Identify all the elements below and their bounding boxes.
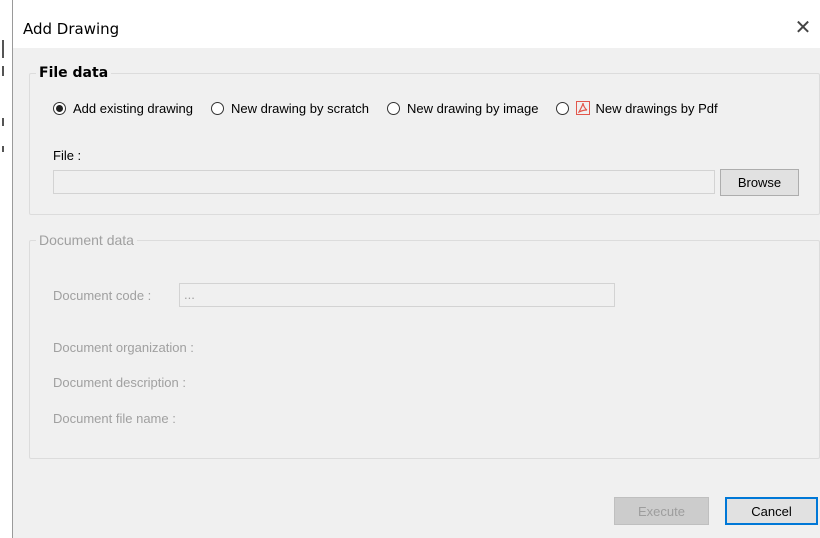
- radio-unchecked-icon: [556, 101, 570, 115]
- document-code-input[interactable]: ...: [179, 283, 615, 307]
- radio-new-drawing-by-scratch[interactable]: New drawing by scratch: [210, 100, 369, 116]
- radio-checked-icon: [53, 101, 66, 115]
- document-code-label: Document code :: [53, 288, 152, 303]
- dialog-body: File data Add existing drawing New drawi…: [13, 48, 820, 538]
- browse-button[interactable]: Browse: [720, 169, 799, 196]
- close-icon: ✕: [794, 16, 812, 39]
- dialog-title: Add Drawing: [23, 20, 120, 38]
- document-organization-label: Document organization :: [53, 340, 194, 355]
- document-file-name-label: Document file name :: [53, 411, 176, 426]
- drawing-source-radio-group: Add existing drawing New drawing by scra…: [53, 98, 718, 118]
- radio-add-existing-drawing[interactable]: Add existing drawing: [53, 101, 193, 116]
- pdf-icon: [576, 101, 591, 115]
- radio-unchecked-icon: [386, 101, 400, 115]
- edge-mark: [2, 40, 4, 58]
- radio-unchecked-icon: [210, 101, 224, 115]
- radio-new-drawing-by-image[interactable]: New drawing by image: [386, 100, 539, 116]
- file-label: File :: [53, 148, 82, 163]
- background-window-edge: [0, 0, 13, 538]
- document-data-legend: Document data: [39, 232, 134, 248]
- file-path-input[interactable]: [53, 170, 715, 194]
- edge-mark: [2, 66, 4, 76]
- radio-new-drawings-by-pdf[interactable]: New drawings by Pdf: [556, 100, 718, 116]
- radio-label: Add existing drawing: [73, 100, 193, 116]
- file-data-legend: File data: [39, 65, 109, 81]
- close-button[interactable]: ✕: [788, 12, 818, 42]
- edge-mark: [2, 118, 4, 126]
- cancel-button[interactable]: Cancel: [725, 497, 818, 525]
- document-description-label: Document description :: [53, 375, 186, 390]
- execute-button[interactable]: Execute: [614, 497, 709, 525]
- dialog-titlebar: Add Drawing ✕: [13, 0, 820, 48]
- radio-label: New drawing by image: [406, 100, 539, 116]
- radio-label: New drawings by Pdf: [595, 100, 718, 116]
- edge-mark: [2, 146, 4, 152]
- radio-label: New drawing by scratch: [230, 100, 369, 116]
